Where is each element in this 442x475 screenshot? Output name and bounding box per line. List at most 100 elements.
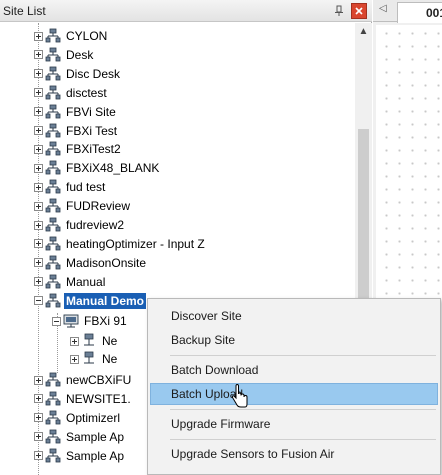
- tree-item-site[interactable]: disctest: [34, 84, 109, 102]
- expand-icon[interactable]: [34, 144, 43, 154]
- expand-icon[interactable]: [34, 394, 43, 404]
- network-site-icon: [45, 198, 61, 213]
- tree-item-site[interactable]: FUDReview: [34, 197, 132, 215]
- tree-item-site[interactable]: newCBXiFU: [34, 371, 133, 389]
- tree-item-site[interactable]: FBXiX48_BLANK: [34, 159, 161, 177]
- network-site-icon: [45, 429, 61, 444]
- close-icon[interactable]: [351, 3, 367, 19]
- tree-item-label: Desk: [66, 47, 94, 62]
- tree-item-site[interactable]: Desk: [34, 46, 95, 64]
- tree-item-label: Ne: [102, 352, 118, 366]
- context-menu: Discover Site Backup Site Batch Download…: [147, 298, 441, 475]
- tree-item-site[interactable]: heatingOptimizer - Input Z: [34, 235, 207, 253]
- tree-item-site[interactable]: fudreview2: [34, 216, 126, 234]
- tree-item-label: heatingOptimizer - Input Z: [66, 236, 205, 251]
- tree-item-label: newCBXiFU: [66, 373, 132, 387]
- tree-item-label: FBXiTest2: [66, 142, 121, 157]
- network-site-icon: [45, 123, 61, 137]
- network-site-icon: [45, 236, 61, 251]
- tree-item-site[interactable]: Sample Ap: [34, 447, 126, 465]
- network-site-icon: [45, 104, 61, 118]
- device-icon: [84, 333, 94, 346]
- tree-item-site[interactable]: Sample Ap: [34, 428, 126, 446]
- expand-icon[interactable]: [34, 69, 43, 79]
- expand-icon[interactable]: [34, 88, 43, 98]
- tree-item-label: FUDReview: [66, 199, 131, 214]
- expand-icon[interactable]: [34, 451, 43, 461]
- tree-item-site[interactable]: Manual: [34, 273, 107, 291]
- network-site-icon: [45, 47, 61, 62]
- menu-item-upgrade-sensors[interactable]: Upgrade Sensors to Fusion Air: [150, 443, 438, 465]
- tree-item-device[interactable]: Ne: [70, 350, 119, 368]
- expand-icon[interactable]: [34, 201, 43, 211]
- tab-scroll-left-icon[interactable]: ◁: [379, 3, 387, 14]
- panel-header: Site List: [0, 0, 372, 22]
- network-site-icon: [45, 66, 61, 81]
- expand-icon[interactable]: [34, 107, 43, 117]
- expand-icon[interactable]: [34, 277, 43, 287]
- expand-icon[interactable]: [34, 31, 43, 41]
- document-tabstrip: ◁ 001: [373, 0, 442, 23]
- tree-item-site[interactable]: NEWSITE1.: [34, 390, 133, 408]
- expand-icon[interactable]: [34, 375, 43, 385]
- tree-item-label: CYLON: [66, 29, 108, 43]
- tree-item-controller[interactable]: FBXi 91: [52, 312, 129, 330]
- menu-separator: [170, 355, 436, 356]
- tree-item-site[interactable]: fud test: [34, 178, 107, 196]
- tree-item-label: Optimizerl: [66, 410, 121, 425]
- network-site-icon: [45, 85, 61, 100]
- tree-item-site[interactable]: CYLON: [34, 27, 109, 45]
- hand-cursor-icon: [231, 384, 248, 408]
- device-icon: [84, 351, 94, 364]
- menu-item-discover-site[interactable]: Discover Site: [150, 305, 438, 327]
- tree-item-label: fudreview2: [66, 218, 125, 232]
- tree-item-site[interactable]: FBXiTest2: [34, 140, 123, 158]
- tree-item-label: Manual Demo: [64, 292, 147, 309]
- collapse-icon[interactable]: [34, 296, 43, 306]
- tree-item-label: disctest: [66, 85, 107, 100]
- tree-item-label: NEWSITE1.: [66, 391, 131, 406]
- tree-item-site[interactable]: Manual Demo: [34, 292, 147, 310]
- expand-icon[interactable]: [34, 432, 43, 442]
- network-site-icon: [45, 372, 61, 387]
- menu-separator: [170, 409, 436, 410]
- menu-item-upgrade-firmware[interactable]: Upgrade Firmware: [150, 413, 438, 435]
- tree-item-site[interactable]: Disc Desk: [34, 65, 122, 83]
- tree-item-device[interactable]: Ne: [70, 332, 119, 350]
- expand-icon[interactable]: [34, 239, 43, 249]
- expand-icon[interactable]: [34, 413, 43, 423]
- tree-item-site[interactable]: FBXi Test: [34, 122, 119, 140]
- expand-icon[interactable]: [34, 50, 43, 60]
- expand-icon[interactable]: [34, 220, 43, 230]
- network-site-icon: [45, 141, 61, 156]
- tree-item-site[interactable]: Optimizerl: [34, 409, 122, 427]
- menu-item-batch-download[interactable]: Batch Download: [150, 359, 438, 381]
- tree-item-site[interactable]: FBVi Site: [34, 103, 118, 121]
- network-site-icon: [45, 274, 61, 289]
- network-site-icon: [45, 391, 61, 406]
- tree-item-site[interactable]: MadisonOnsite: [34, 254, 148, 272]
- menu-item-batch-upload[interactable]: Batch Upload: [150, 383, 438, 405]
- document-tab[interactable]: 001: [397, 2, 442, 23]
- expand-icon[interactable]: [34, 258, 43, 268]
- tree-item-label: Sample Ap: [66, 429, 125, 444]
- tree-item-label: FBXiX48_BLANK: [66, 161, 160, 176]
- expand-icon[interactable]: [34, 163, 43, 173]
- tree-item-label: fud test: [66, 180, 106, 195]
- expand-icon[interactable]: [34, 126, 43, 135]
- collapse-icon[interactable]: [52, 316, 61, 326]
- pin-icon[interactable]: [332, 3, 346, 18]
- expand-icon[interactable]: [34, 182, 43, 192]
- network-site-icon: [45, 410, 61, 425]
- tree-item-label: Disc Desk: [66, 66, 121, 81]
- panel-title: Site List: [3, 4, 46, 18]
- tree-item-label: MadisonOnsite: [66, 255, 147, 270]
- tree-item-label: FBVi Site: [66, 104, 116, 119]
- network-site-icon: [45, 255, 61, 270]
- scroll-up-icon[interactable]: ▲: [355, 23, 372, 40]
- expand-icon[interactable]: [70, 336, 79, 346]
- expand-icon[interactable]: [70, 354, 79, 364]
- network-site-icon: [45, 293, 61, 307]
- menu-item-backup-site[interactable]: Backup Site: [150, 329, 438, 351]
- network-site-icon: [45, 448, 61, 462]
